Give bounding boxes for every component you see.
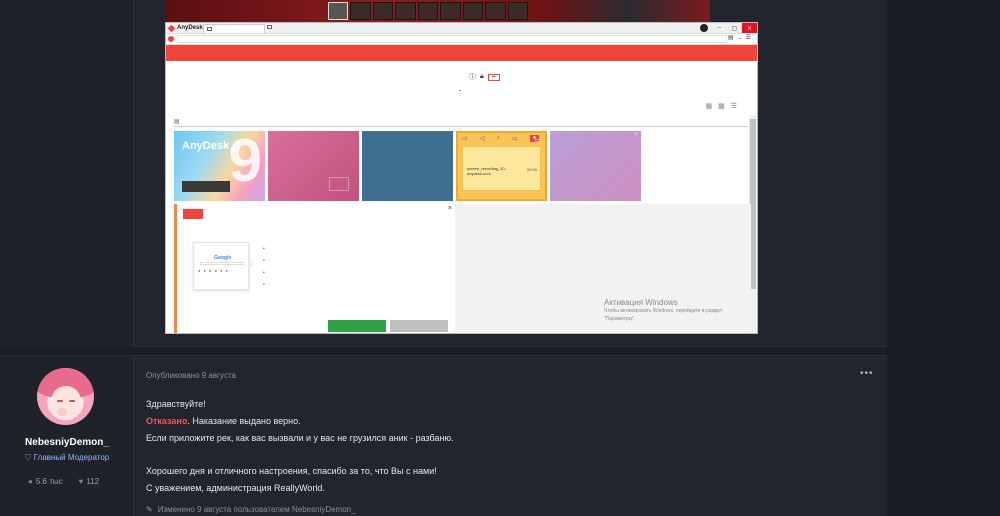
google-search-bar <box>200 262 244 265</box>
recording-list: screen_recording_20... anydesk.num 02:06 <box>462 146 541 191</box>
user-role: ⛉ Главный Модератор <box>0 453 134 463</box>
username-link[interactable]: NebesniyDemon_ <box>0 437 134 448</box>
close-icon: × <box>634 132 638 138</box>
tile-number: 9 <box>228 127 262 194</box>
address-bar: ▤→☰ <box>166 34 757 45</box>
window-controls: ↓ – ▢ ✕ <box>700 23 757 33</box>
lock-icon: 🔒︎ <box>480 73 484 80</box>
panel-bullets: • • • • <box>263 246 265 288</box>
gray-button <box>390 320 448 332</box>
view-mode-icons: ▦▦☰ <box>705 103 743 110</box>
tile-anydesk-9: AnyDesk 9 <box>174 131 265 201</box>
tile-button <box>182 181 230 192</box>
avatar[interactable] <box>37 368 94 425</box>
anydesk-status-icon <box>168 36 174 42</box>
shield-icon: ⛉ <box>24 453 31 462</box>
window-tab <box>203 24 265 33</box>
heart-icon: ♥ <box>78 477 84 486</box>
attachment-screenshot[interactable]: AnyDesk ↓ – ▢ ✕ ▤→☰ ⓘ 🔒︎ ➦ ▦▦☰ ▤ AnyDesk… <box>165 22 758 334</box>
panel-red-button <box>183 209 203 219</box>
dot-divider <box>459 90 461 91</box>
session-icons: ⓘ 🔒︎ ➦ <box>469 72 500 82</box>
close-icon: × <box>447 205 452 212</box>
user-stats: ● 5.6 тыс ♥ 112 <box>28 477 99 486</box>
google-logo: Google <box>214 255 232 261</box>
condition-line: Если приложите рек, как вас вызвали и у … <box>146 433 454 443</box>
greeting-line: Здравствуйте! <box>146 399 206 409</box>
maximize-button: ▢ <box>731 25 738 32</box>
browser-thumbnail: Google ● ● ● ● ● ● <box>193 242 249 290</box>
green-button <box>328 320 386 332</box>
edit-icon: ✎ <box>146 505 153 514</box>
messages-count: ● 5.6 тыс <box>28 477 63 486</box>
anydesk-red-banner <box>166 45 757 61</box>
role-label: Главный Модератор <box>33 453 110 462</box>
previous-post-author-column <box>0 0 134 347</box>
shortcut-dots: ● ● ● ● ● ● <box>198 268 230 273</box>
game-hotbar <box>328 2 528 20</box>
info-panel: × Google ● ● ● ● ● ● › • • • • <box>174 204 455 333</box>
minimize-button: – <box>717 25 722 31</box>
section-icon: ▤ <box>174 119 180 125</box>
verdict-line: Отказано. Наказание выдано верно. <box>146 416 301 426</box>
screen-icon: ▭ <box>512 136 518 142</box>
close-button: ✕ <box>742 23 757 33</box>
forum-post: NebesniyDemon_ ⛉ Главный Модератор ● 5.6 т… <box>0 355 887 516</box>
tile-brand: AnyDesk <box>182 140 230 152</box>
monitor-icon <box>267 25 272 29</box>
recording-duration: 02:06 <box>526 167 537 172</box>
tile-recording: ▭ ◁ ♪ ▭ ● ▭ screen_recording_20... anyde… <box>456 131 547 201</box>
toolbar-icons: ▤→☰ <box>727 35 754 41</box>
wishes-line: Хорошего дня и отличного настроения, спа… <box>146 466 437 476</box>
window-title: AnyDesk <box>177 25 203 31</box>
speaker-icon: ◁ <box>479 136 485 142</box>
cursor-icon <box>329 177 349 191</box>
download-icon: ↓ <box>700 24 708 32</box>
info-icon: ⓘ <box>469 74 476 81</box>
likes-count: ♥ 112 <box>78 477 100 486</box>
recording-file: screen_recording_20... anydesk.num <box>467 166 508 176</box>
windows-activation-watermark: Активация Windows Чтобы активировать Win… <box>604 298 723 322</box>
tile-blue <box>362 131 453 201</box>
folder-icon: ▭ <box>534 137 541 144</box>
address-field <box>177 35 727 43</box>
window-titlebar: AnyDesk ↓ – ▢ ✕ <box>166 23 757 34</box>
recording-tools: ▭ ◁ ♪ ▭ ● <box>462 135 539 142</box>
mic-icon: ♪ <box>496 135 500 141</box>
edited-note: ✎ Изменено 9 августа пользователем Nebesn… <box>146 505 356 514</box>
post-author: NebesniyDemon_ ⛉ Главный Модератор ● 5.6 т… <box>0 356 134 516</box>
refused-label: Отказано <box>146 416 188 426</box>
share-icon: ➦ <box>487 73 500 81</box>
post-date[interactable]: Опубликовано 9 августа <box>146 371 236 380</box>
attachment-image-top[interactable] <box>165 0 710 22</box>
chevron-right-icon: › <box>250 261 253 268</box>
anydesk-logo-icon <box>167 24 176 33</box>
signature-line: С уважением, администрация ReallyWorld. <box>146 483 325 493</box>
post-body: Здравствуйте! Отказано. Наказание выдано… <box>146 396 454 497</box>
tile-pink <box>268 131 359 201</box>
post-menu-button[interactable]: ••• <box>860 368 874 379</box>
tile-purple: × <box>550 131 641 201</box>
monitor-icon <box>207 27 212 31</box>
comment-icon: ● <box>28 477 33 486</box>
monitor-icon: ▭ <box>462 136 468 142</box>
